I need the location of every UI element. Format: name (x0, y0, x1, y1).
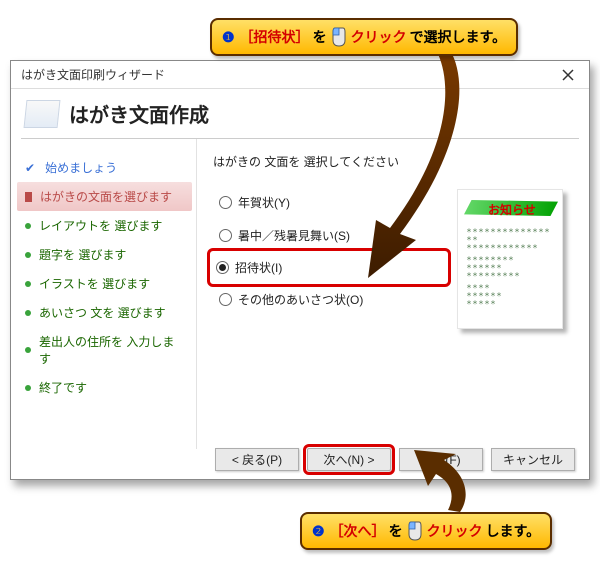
callout1-tail: で選択します。 (410, 27, 507, 47)
preview-pane: お知らせ ＊＊＊＊＊＊＊＊＊＊＊＊＊＊＊＊＊＊＊＊＊＊＊＊＊＊＊＊ ＊＊＊＊＊＊… (445, 153, 575, 449)
wizard-dialog: はがき文面印刷ウィザード はがき文面作成 ✔始めましょう はがきの文面を選びます… (10, 60, 590, 480)
close-button[interactable] (553, 64, 583, 86)
radio-icon-selected (216, 261, 229, 274)
check-icon: ✔ (25, 161, 35, 175)
back-button[interactable]: < 戻る(P) (215, 448, 299, 471)
wizard-main: はがきの 文面を 選択してください 年賀状(Y) 暑中／残暑見舞い(S) 招待状… (196, 139, 589, 449)
bullet-icon (25, 347, 31, 353)
step-start: ✔始めましょう (17, 153, 192, 182)
option-other[interactable]: その他のあいさつ状(O) (213, 283, 445, 316)
option-invitation-label: 招待状(I) (235, 259, 282, 276)
option-invitation-highlight: 招待状(I) (207, 248, 451, 287)
step-finish: 終了です (17, 373, 192, 402)
wizard-header: はがき文面作成 (11, 89, 589, 134)
preview-title: お知らせ (488, 201, 554, 218)
callout2-action: クリック (427, 521, 483, 541)
option-nengajo[interactable]: 年賀状(Y) (213, 186, 445, 219)
callout1-highlight: ［招待状］ (240, 27, 310, 47)
arrow-icon (25, 192, 32, 202)
callout2-highlight: ［次へ］ (330, 521, 386, 541)
bullet-icon (25, 252, 31, 258)
bullet-icon (25, 281, 31, 287)
cancel-button[interactable]: キャンセル (491, 448, 575, 471)
option-shochu-label: 暑中／残暑見舞い(S) (238, 227, 350, 244)
step-layout: レイアウトを 選びます (17, 211, 192, 240)
wizard-heading: はがき文面作成 (69, 99, 209, 128)
callout-step1: ❶ ［招待状］ を クリック で選択します。 (210, 18, 518, 56)
mouse-icon (330, 26, 348, 48)
bullet-icon (25, 385, 31, 391)
callout1-number: ❶ (222, 29, 235, 46)
wizard-footer: < 戻る(P) 次へ(N) > 完了(F) キャンセル (11, 439, 589, 479)
preview-card: お知らせ ＊＊＊＊＊＊＊＊＊＊＊＊＊＊＊＊＊＊＊＊＊＊＊＊＊＊＊＊ ＊＊＊＊＊＊… (457, 189, 563, 329)
finish-button[interactable]: 完了(F) (399, 448, 483, 471)
step-sender: 差出人の住所を 入力します (17, 327, 192, 373)
callout2-mid: を (389, 521, 403, 541)
bullet-icon (25, 223, 31, 229)
step-greeting: あいさつ 文を 選びます (17, 298, 192, 327)
radio-icon (219, 229, 232, 242)
callout1-action: クリック (351, 27, 407, 47)
option-nengajo-label: 年賀状(Y) (238, 194, 290, 211)
bullet-icon (25, 310, 31, 316)
instruction-label: はがきの 文面を 選択してください (213, 153, 445, 170)
callout2-tail: します。 (486, 521, 541, 541)
radio-icon (219, 196, 232, 209)
callout-step2: ❷ ［次へ］ を クリック します。 (300, 512, 552, 550)
callout2-number: ❷ (312, 523, 325, 540)
step-select-text: はがきの文面を選びます (17, 182, 192, 211)
page-icon (24, 100, 61, 128)
step-illustration: イラストを 選びます (17, 269, 192, 298)
titlebar: はがき文面印刷ウィザード (11, 61, 589, 89)
next-button[interactable]: 次へ(N) > (307, 448, 391, 471)
step-title: 題字を 選びます (17, 240, 192, 269)
option-other-label: その他のあいさつ状(O) (238, 291, 363, 308)
mouse-icon (406, 520, 424, 542)
preview-body: ＊＊＊＊＊＊＊＊＊＊＊＊＊＊＊＊＊＊＊＊＊＊＊＊＊＊＊＊ ＊＊＊＊＊＊＊＊＊＊＊… (466, 228, 554, 308)
callout1-mid: を (313, 27, 327, 47)
dialog-title: はがき文面印刷ウィザード (21, 66, 165, 83)
wizard-steps-sidebar: ✔始めましょう はがきの文面を選びます レイアウトを 選びます 題字を 選びます… (11, 139, 196, 449)
radio-icon (219, 293, 232, 306)
option-invitation[interactable]: 招待状(I) (216, 255, 442, 280)
